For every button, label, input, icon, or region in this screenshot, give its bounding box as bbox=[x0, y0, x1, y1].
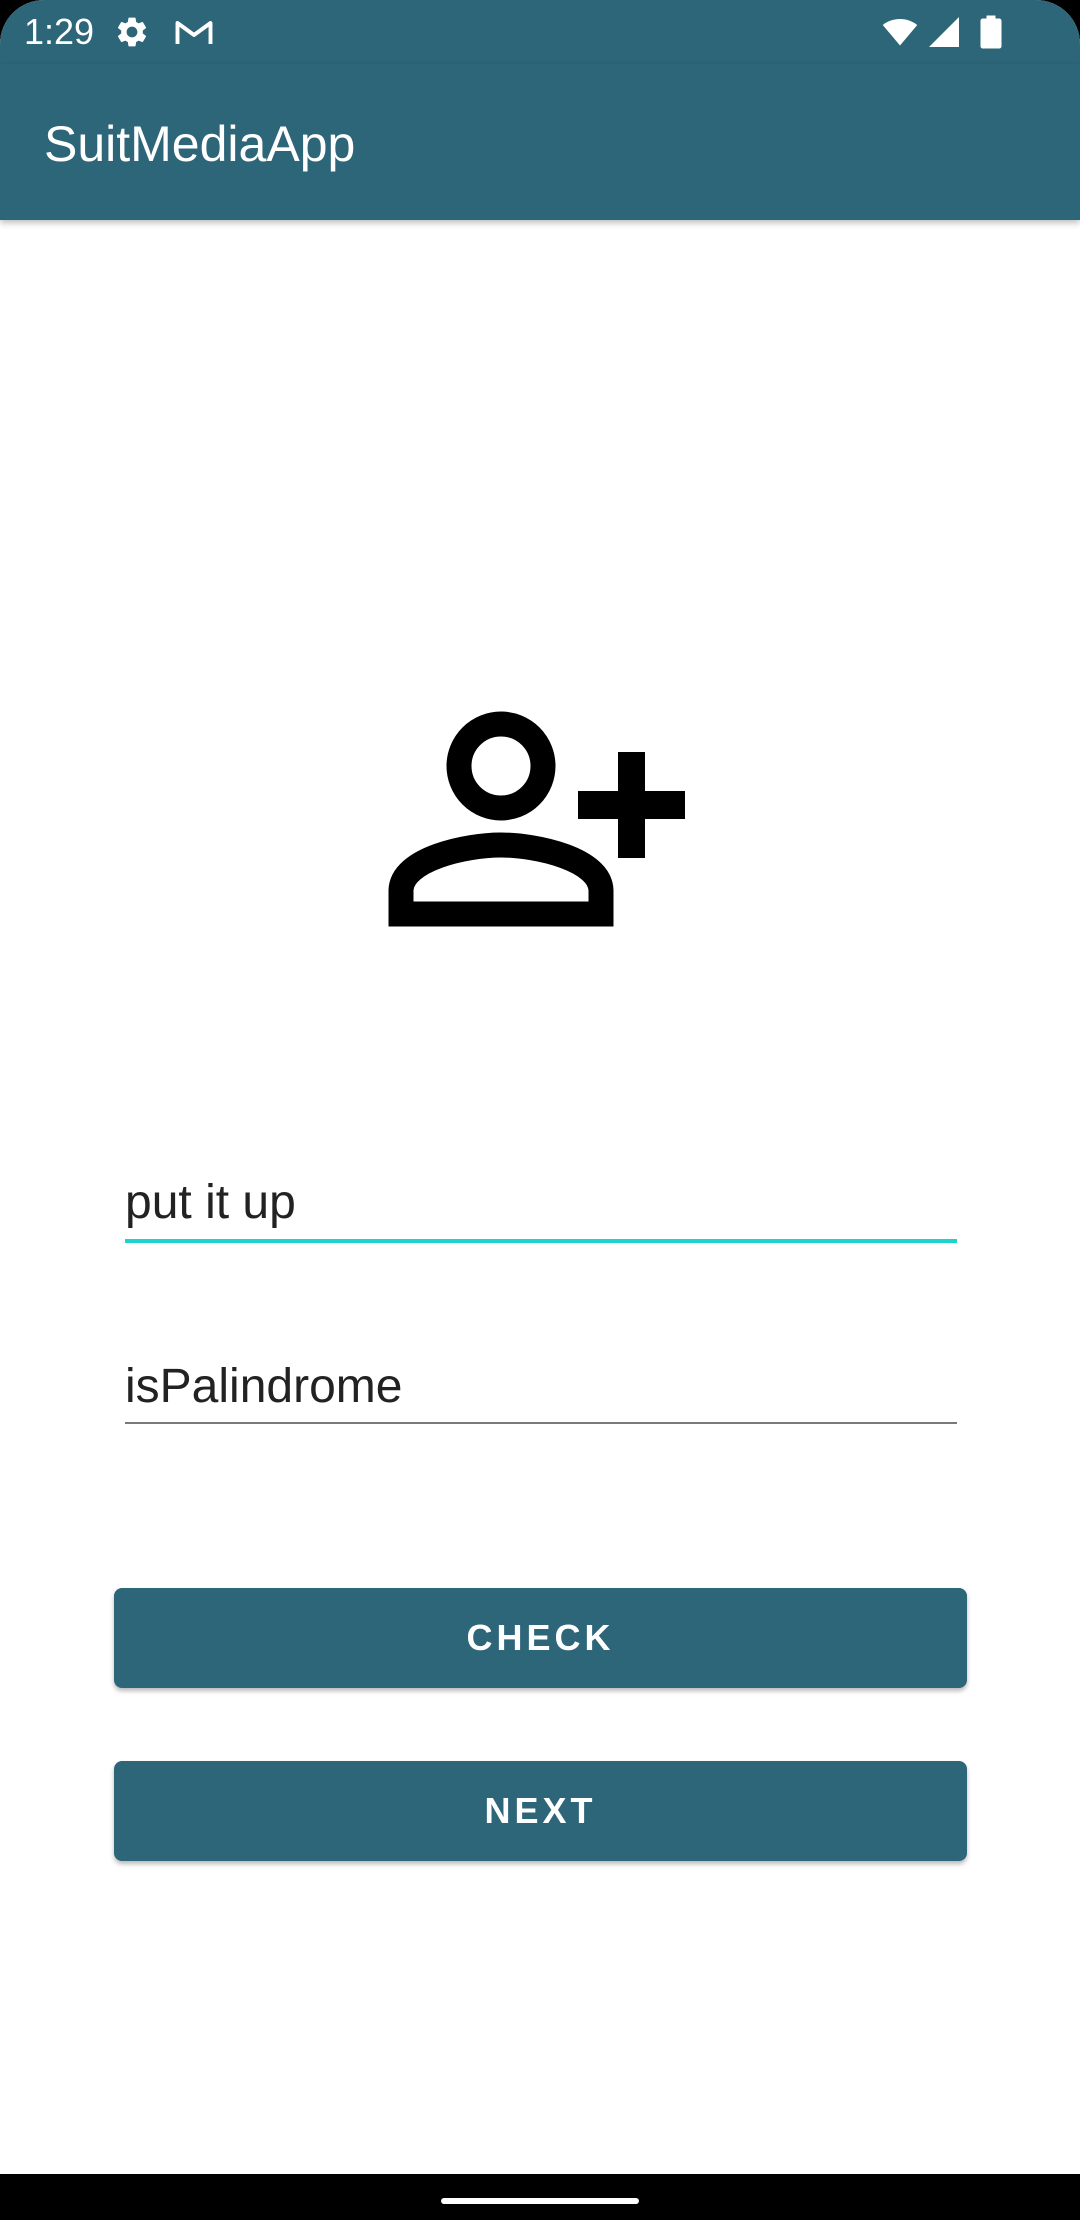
name-field bbox=[125, 1164, 957, 1244]
app-title: SuitMediaApp bbox=[44, 116, 356, 172]
gmail-icon bbox=[172, 14, 216, 50]
name-input-underline bbox=[125, 1239, 957, 1243]
name-input[interactable] bbox=[125, 1164, 957, 1240]
check-button[interactable]: CHECK bbox=[114, 1588, 967, 1688]
wifi-icon bbox=[880, 14, 920, 50]
person-add-icon bbox=[388, 704, 688, 936]
battery-icon bbox=[976, 14, 1006, 50]
palindrome-input-underline bbox=[125, 1422, 957, 1424]
navigation-bar bbox=[0, 2174, 1080, 2220]
palindrome-input[interactable] bbox=[125, 1348, 957, 1424]
status-time: 1:29 bbox=[24, 11, 95, 52]
signal-icon bbox=[926, 14, 962, 50]
status-bar: 1:29 bbox=[0, 0, 1080, 64]
app-bar: SuitMediaApp bbox=[0, 64, 1080, 220]
palindrome-field bbox=[125, 1348, 957, 1428]
screen: 1:29 SuitMediaApp put it up isPalindrome… bbox=[0, 0, 1080, 2220]
settings-icon bbox=[114, 14, 150, 50]
home-gesture-handle[interactable] bbox=[441, 2198, 639, 2204]
next-button[interactable]: NEXT bbox=[114, 1761, 967, 1861]
